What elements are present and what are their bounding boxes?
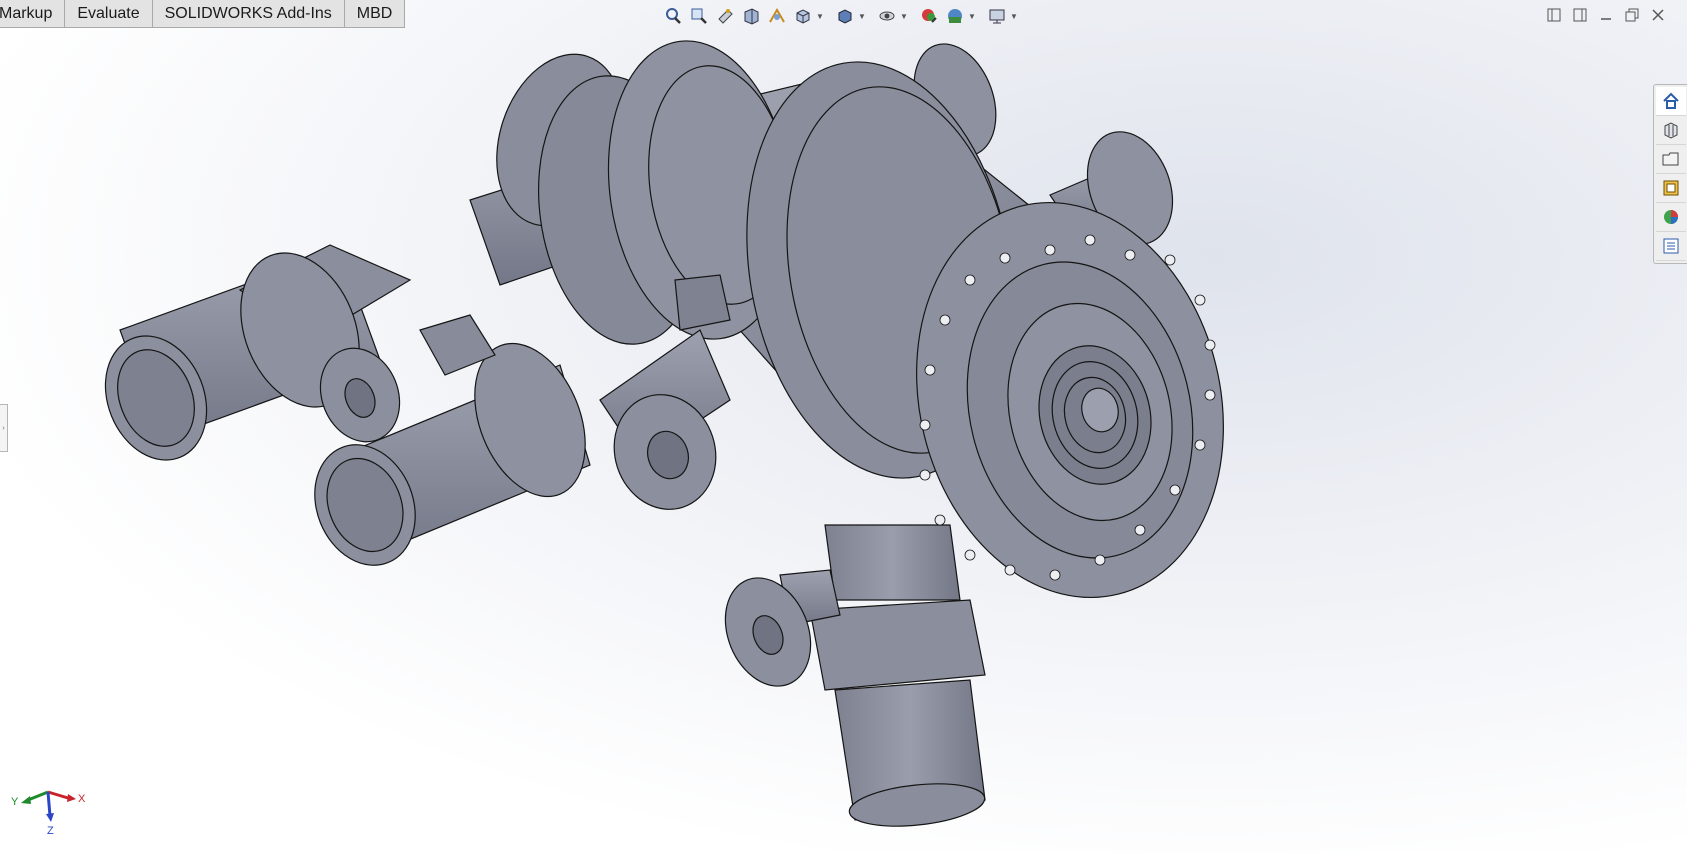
display-style-dropdown-icon[interactable]: ▼	[858, 5, 866, 27]
design-library-icon[interactable]	[1655, 116, 1686, 145]
hide-show-items-icon[interactable]	[876, 5, 898, 27]
view-settings-dropdown-icon[interactable]: ▼	[1010, 5, 1018, 27]
apply-scene-dropdown-icon[interactable]: ▼	[968, 5, 976, 27]
custom-properties-icon[interactable]	[1655, 232, 1686, 261]
triad-z-label: Z	[47, 825, 54, 837]
tab-evaluate[interactable]: Evaluate	[65, 0, 153, 28]
home-icon[interactable]	[1655, 87, 1686, 116]
appearances-icon[interactable]	[1655, 203, 1686, 232]
tile-right-icon[interactable]	[1571, 6, 1589, 24]
section-view-icon[interactable]	[740, 5, 762, 27]
edit-appearance-icon[interactable]	[918, 5, 940, 27]
model-viewport[interactable]	[0, 0, 1687, 852]
previous-view-icon[interactable]	[714, 5, 736, 27]
dynamic-annotation-icon[interactable]	[766, 5, 788, 27]
tab-solidworks-add-ins[interactable]: SOLIDWORKS Add-Ins	[152, 0, 345, 28]
tab-mbd[interactable]: MBD	[344, 0, 406, 28]
zoom-to-fit-icon[interactable]	[662, 5, 684, 27]
feature-tree-expand-handle[interactable]: ›	[0, 404, 8, 452]
hide-show-dropdown-icon[interactable]: ▼	[900, 5, 908, 27]
zoom-to-area-icon[interactable]	[688, 5, 710, 27]
view-orientation-icon[interactable]	[792, 5, 814, 27]
task-pane-tabs	[1653, 84, 1687, 264]
triad-y-label: Y	[11, 796, 19, 808]
heads-up-view-toolbar: ▼ ▼ ▼ ▼ ▼	[662, 4, 1024, 28]
view-palette-icon[interactable]	[1655, 174, 1686, 203]
view-settings-icon[interactable]	[986, 5, 1008, 27]
restore-icon[interactable]	[1623, 6, 1641, 24]
display-style-icon[interactable]	[834, 5, 856, 27]
triad-x-label: X	[78, 793, 86, 805]
tile-left-icon[interactable]	[1545, 6, 1563, 24]
apply-scene-icon[interactable]	[944, 5, 966, 27]
document-window-controls	[1545, 6, 1667, 24]
reference-triad: X Y Z	[11, 790, 86, 837]
close-icon[interactable]	[1649, 6, 1667, 24]
view-orientation-dropdown-icon[interactable]: ▼	[816, 5, 824, 27]
minimize-icon[interactable]	[1597, 6, 1615, 24]
command-manager-tabs: Markup Evaluate SOLIDWORKS Add-Ins MBD	[0, 0, 406, 28]
file-explorer-icon[interactable]	[1655, 145, 1686, 174]
tab-markup[interactable]: Markup	[0, 0, 66, 28]
